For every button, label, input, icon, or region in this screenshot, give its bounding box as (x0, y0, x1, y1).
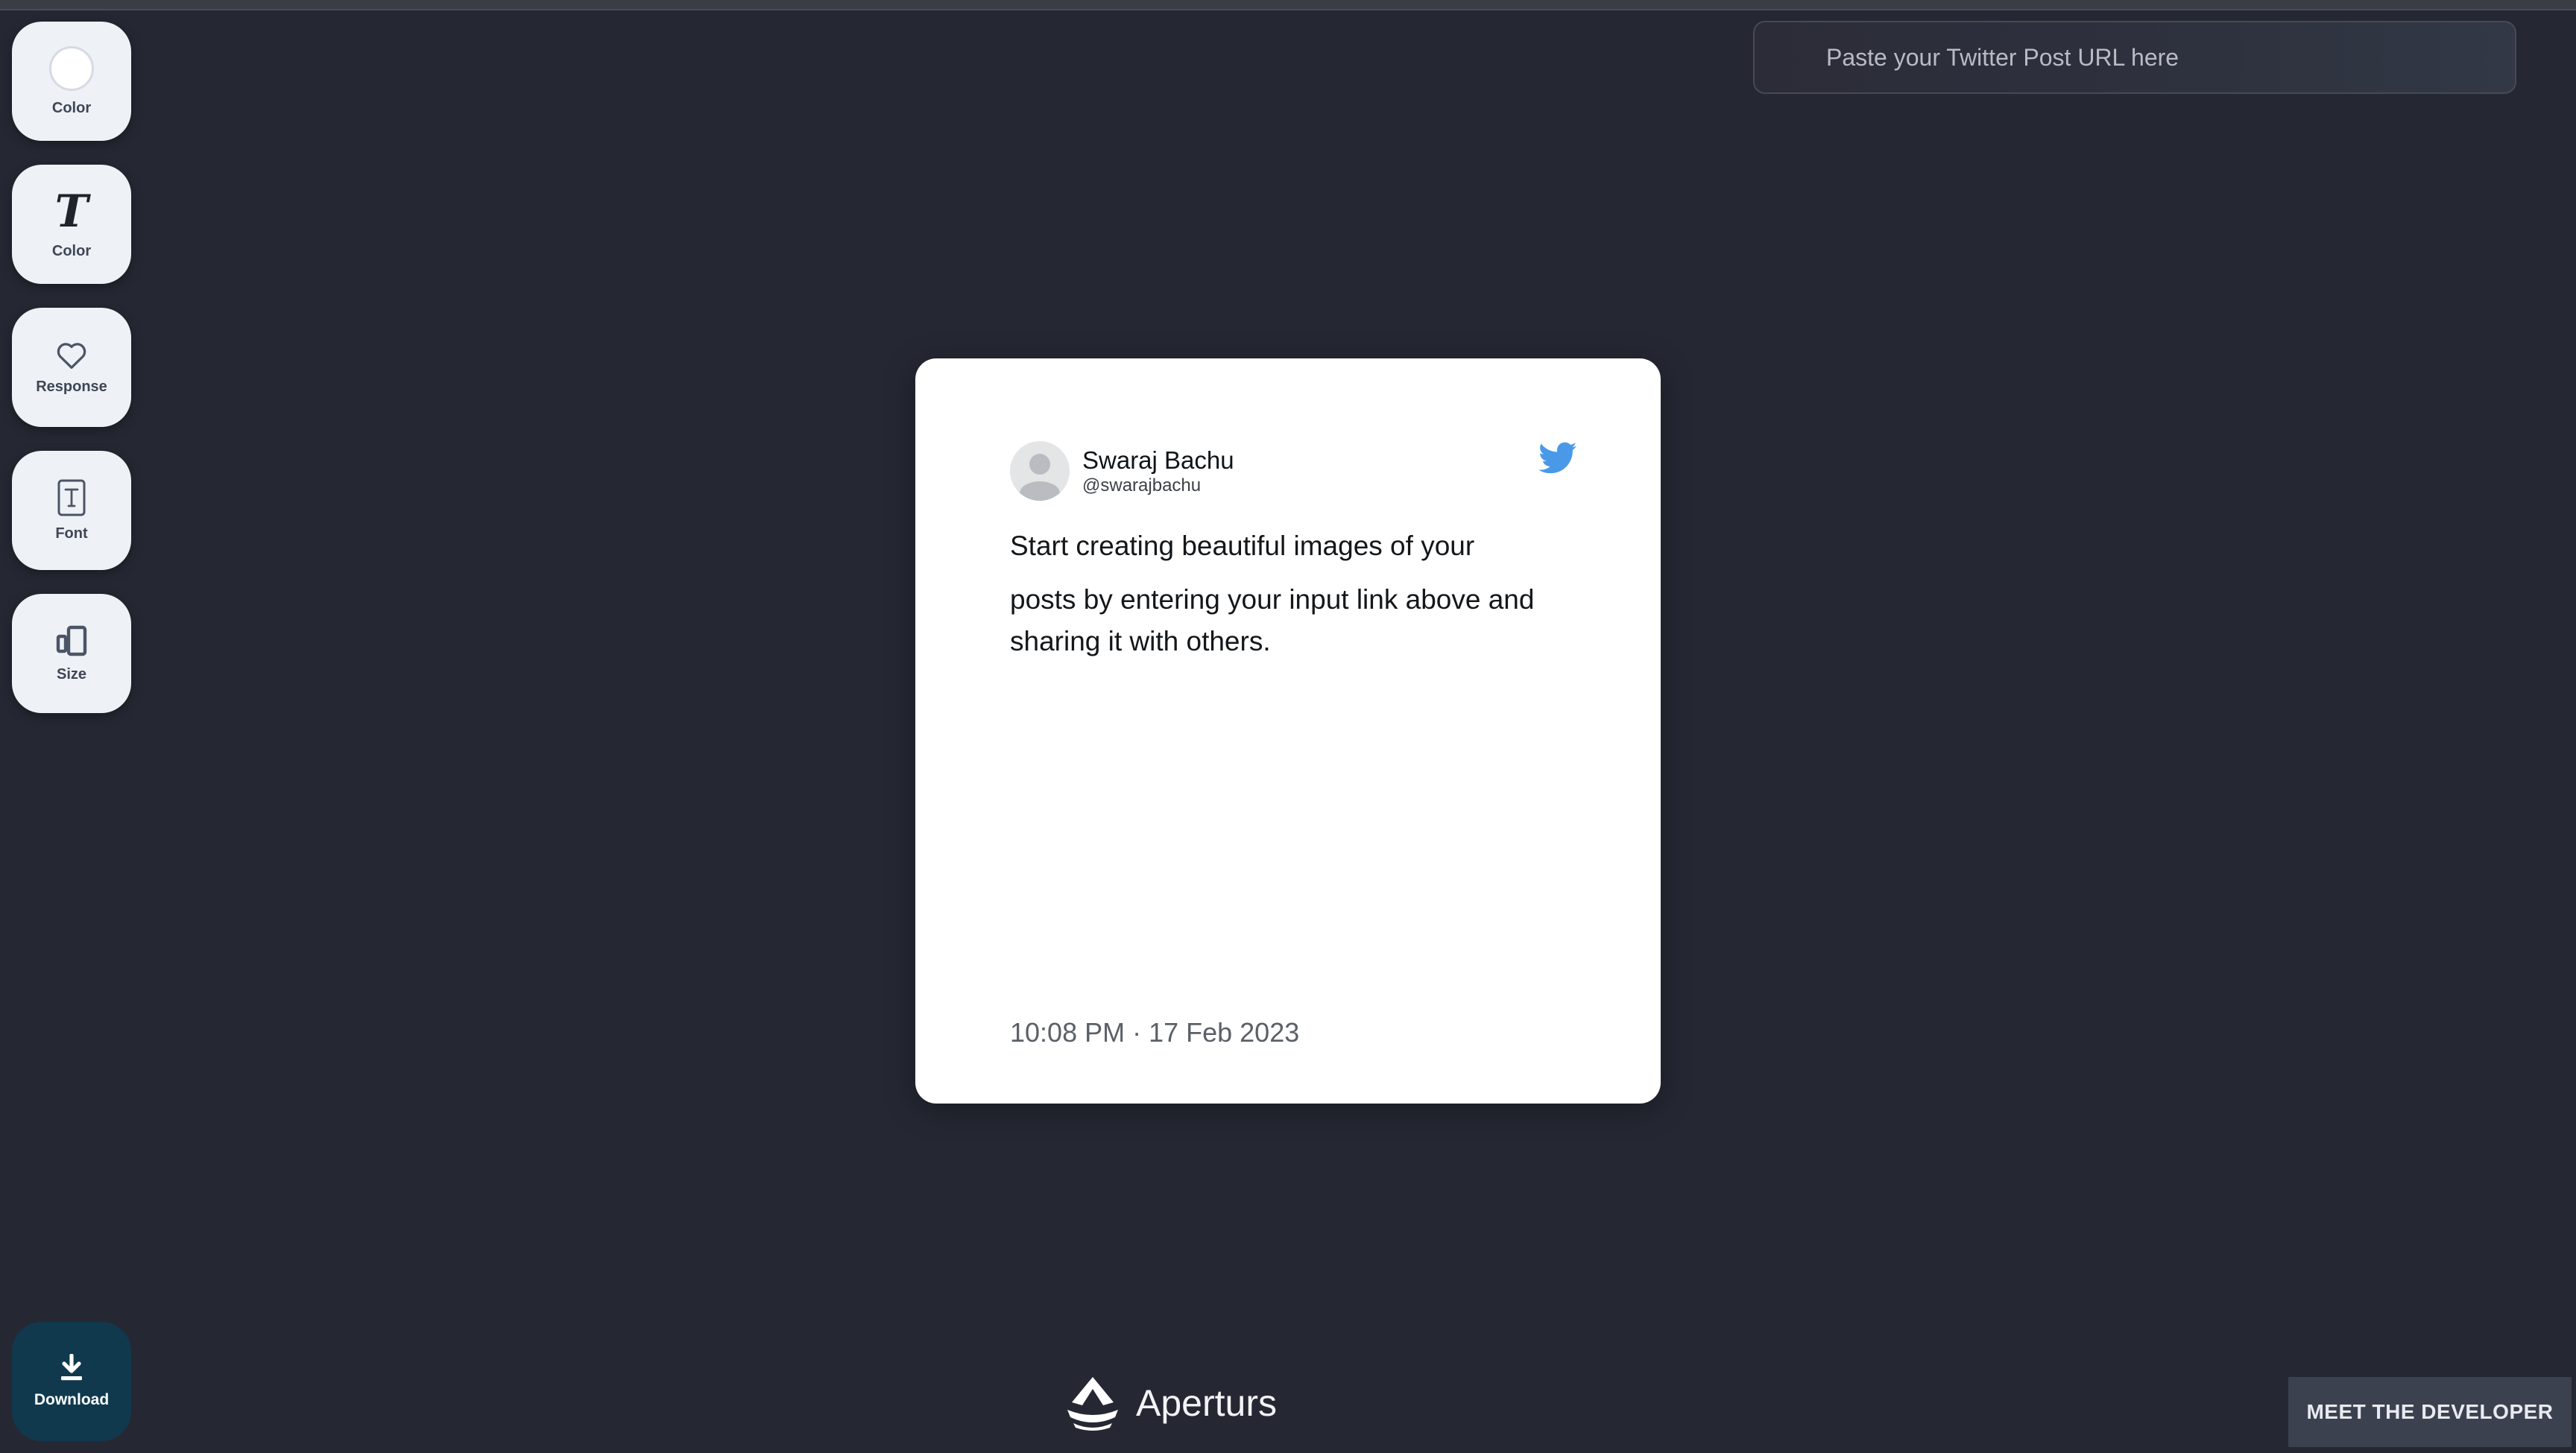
download-button[interactable]: Download (12, 1322, 131, 1441)
tool-label: Color (51, 99, 92, 116)
resize-icon (56, 625, 87, 656)
twitter-url-input[interactable] (1753, 21, 2516, 94)
avatar (1010, 441, 1070, 501)
tool-label: Color (51, 242, 92, 259)
tweet-card: Swaraj Bachu @swarajbachu Start creating… (915, 358, 1661, 1104)
tweet-text: Start creating beautiful images of your … (1010, 525, 1562, 662)
user-handle: @swarajbachu (1082, 475, 1202, 496)
default-avatar-icon (1020, 454, 1060, 501)
download-label: Download (34, 1391, 110, 1408)
text-color-button[interactable]: T Color (12, 165, 131, 284)
meet-the-developer-button[interactable]: MEET THE DEVELOPER (2288, 1377, 2572, 1447)
display-name: Swaraj Bachu (1082, 446, 1234, 474)
tweet-timestamp: 10:08 PM · 17 Feb 2023 (1010, 1017, 1300, 1048)
tweet-text-line: posts by entering your input link above … (1010, 584, 1535, 615)
font-box-icon (57, 479, 86, 516)
brand-logo: Aperturs (1063, 1373, 1277, 1433)
tool-label: Response (36, 378, 107, 395)
download-icon (61, 1354, 82, 1381)
brand-name: Aperturs (1136, 1382, 1277, 1424)
tool-label: Font (55, 525, 88, 542)
tweet-text-line: sharing it with others. (1010, 626, 1271, 656)
color-swatch-icon (49, 45, 94, 91)
aperturs-logo-icon (1067, 1377, 1118, 1431)
response-button[interactable]: Response (12, 308, 131, 427)
size-button[interactable]: Size (12, 594, 131, 713)
text-color-icon: T (54, 185, 89, 238)
background-color-button[interactable]: Color (12, 22, 131, 141)
window-top-border (0, 0, 2576, 10)
twitter-bird-icon (1538, 442, 1577, 474)
tool-label: Size (56, 665, 87, 683)
heart-icon (57, 342, 86, 369)
font-button[interactable]: Font (12, 451, 131, 570)
tweet-text-line: Start creating beautiful images of your (1010, 531, 1475, 561)
